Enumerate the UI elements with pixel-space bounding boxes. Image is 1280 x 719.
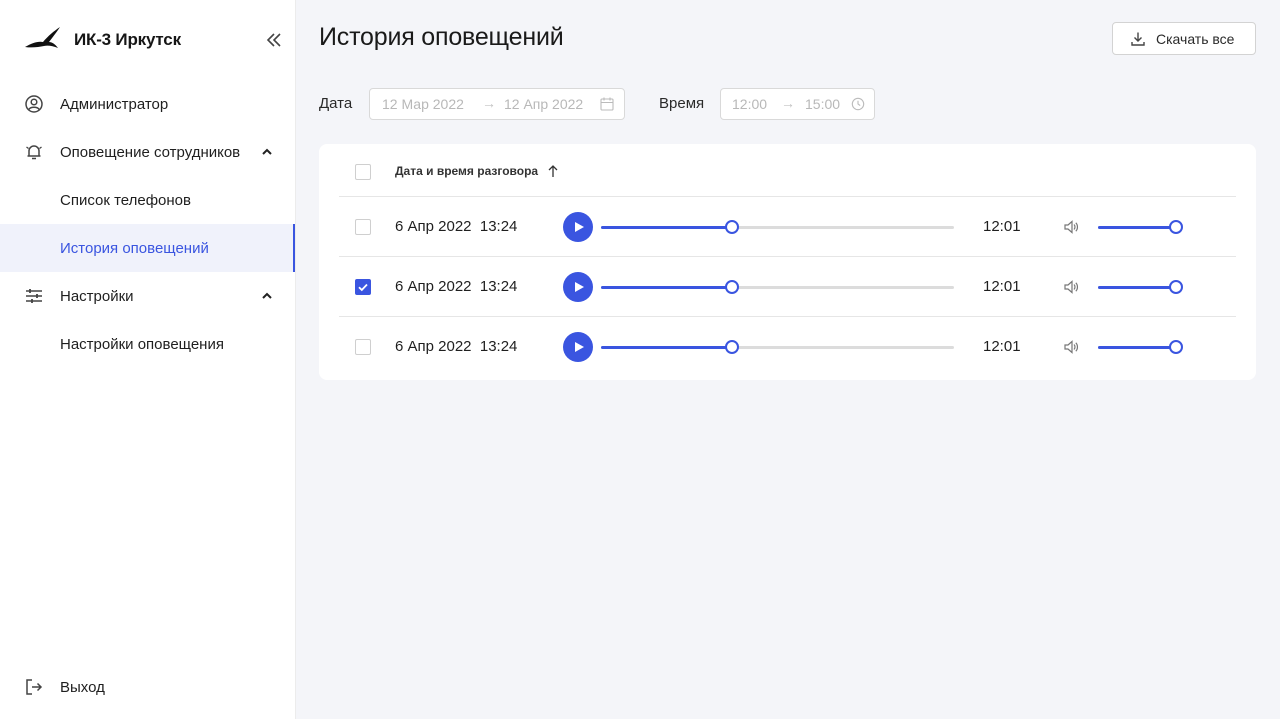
sidebar-item-notification-settings[interactable]: Настройки оповещения	[0, 320, 295, 368]
volume-slider[interactable]	[1098, 220, 1183, 234]
range-arrow-icon: →	[781, 95, 795, 111]
sidebar-item-phone-list[interactable]: Список телефонов	[0, 176, 295, 224]
row-datetime: 6 Апр 2022 13:24	[395, 338, 518, 355]
download-icon	[1131, 32, 1145, 46]
download-all-button[interactable]: Скачать все	[1112, 22, 1256, 55]
volume-icon[interactable]	[1063, 339, 1079, 355]
table-header: Дата и время разговора	[339, 144, 1236, 197]
progress-fill	[601, 346, 732, 349]
range-arrow-icon: →	[482, 95, 496, 111]
select-all-checkbox[interactable]	[355, 164, 371, 180]
volume-fill	[1098, 226, 1176, 229]
row-duration: 12:01	[983, 218, 1021, 235]
checkmark-icon	[358, 283, 368, 292]
volume-icon[interactable]	[1063, 219, 1079, 235]
date-from-input[interactable]: 12 Мар 2022	[382, 96, 464, 112]
bell-icon	[26, 145, 42, 160]
sidebar-item-label: Настройки	[60, 287, 134, 305]
play-button[interactable]	[563, 272, 593, 302]
row-duration: 12:01	[983, 338, 1021, 355]
volume-knob[interactable]	[1169, 280, 1183, 294]
row-checkbox[interactable]	[355, 279, 371, 295]
sidebar-item-label: История оповещений	[60, 239, 209, 257]
calendar-icon	[600, 97, 614, 111]
page-title: История оповещений	[319, 23, 564, 51]
volume-slider[interactable]	[1098, 280, 1183, 294]
sidebar: ИК-3 Иркутск Администратор Оповещение со…	[0, 0, 296, 719]
clock-icon	[851, 97, 865, 111]
playback-progress-slider[interactable]	[601, 220, 954, 234]
volume-fill	[1098, 346, 1176, 349]
volume-slider[interactable]	[1098, 340, 1183, 354]
date-range-picker[interactable]: 12 Мар 2022 → 12 Апр 2022	[369, 88, 625, 120]
play-button[interactable]	[563, 212, 593, 242]
sidebar-item-notify-employees[interactable]: Оповещение сотрудников	[0, 128, 295, 176]
download-all-label: Скачать все	[1156, 30, 1235, 47]
row-checkbox[interactable]	[355, 339, 371, 355]
progress-knob[interactable]	[724, 340, 739, 354]
logout-button[interactable]: Выход	[0, 664, 295, 710]
volume-fill	[1098, 286, 1176, 289]
row-datetime: 6 Апр 2022 13:24	[395, 218, 518, 235]
notifications-table: Дата и время разговора 6 Апр 2022 13:24 1…	[319, 144, 1256, 380]
time-to-input[interactable]: 15:00	[805, 96, 840, 112]
table-row: 6 Апр 2022 13:24 12:01	[339, 197, 1236, 257]
sidebar-item-settings[interactable]: Настройки	[0, 272, 295, 320]
progress-fill	[601, 286, 732, 289]
volume-icon[interactable]	[1063, 279, 1079, 295]
table-row: 6 Апр 2022 13:24 12:01	[339, 317, 1236, 377]
play-button[interactable]	[563, 332, 593, 362]
logo: ИК-3 Иркутск	[24, 22, 286, 58]
row-duration: 12:01	[983, 278, 1021, 295]
time-range-picker[interactable]: 12:00 → 15:00	[720, 88, 875, 120]
logout-label: Выход	[60, 678, 105, 696]
progress-fill	[601, 226, 732, 229]
user-circle-icon	[25, 95, 43, 113]
app-title: ИК-3 Иркутск	[74, 30, 181, 49]
sliders-icon	[26, 289, 42, 303]
time-from-input[interactable]: 12:00	[732, 96, 767, 112]
sort-ascending-icon[interactable]	[547, 164, 559, 178]
bird-logo-icon	[25, 27, 60, 48]
sidebar-item-label: Администратор	[60, 95, 169, 113]
date-to-input[interactable]: 12 Апр 2022	[504, 96, 583, 112]
logout-icon	[26, 679, 43, 695]
chevron-up-icon[interactable]	[260, 145, 274, 159]
chevron-up-icon[interactable]	[260, 289, 274, 303]
time-filter-label: Время	[659, 95, 705, 112]
row-checkbox[interactable]	[355, 219, 371, 235]
collapse-sidebar-icon[interactable]	[264, 30, 284, 50]
sidebar-item-administrator[interactable]: Администратор	[0, 80, 295, 128]
table-row: 6 Апр 2022 13:24 12:01	[339, 257, 1236, 317]
column-header-datetime: Дата и время разговора	[395, 164, 539, 178]
volume-knob[interactable]	[1169, 340, 1183, 354]
sidebar-item-label: Список телефонов	[60, 191, 191, 209]
playback-progress-slider[interactable]	[601, 280, 954, 294]
progress-knob[interactable]	[724, 220, 739, 234]
sidebar-item-label: Настройки оповещения	[60, 335, 224, 353]
sidebar-item-notification-history[interactable]: История оповещений	[0, 224, 295, 272]
progress-knob[interactable]	[724, 280, 739, 294]
date-filter-label: Дата	[319, 95, 353, 112]
playback-progress-slider[interactable]	[601, 340, 954, 354]
volume-knob[interactable]	[1169, 220, 1183, 234]
sidebar-item-label: Оповещение сотрудников	[60, 143, 241, 161]
row-datetime: 6 Апр 2022 13:24	[395, 278, 518, 295]
